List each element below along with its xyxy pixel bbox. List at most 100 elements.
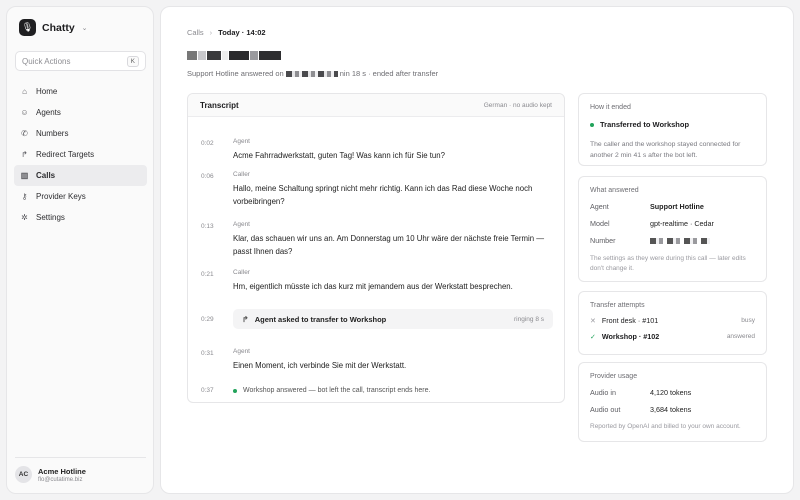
card-title: Transfer attempts bbox=[590, 302, 645, 309]
sidebar-item-settings[interactable]: ✲ Settings bbox=[14, 207, 147, 228]
entry-time: 0:13 bbox=[201, 223, 214, 230]
transfer-request-pill: ↱ Agent asked to transfer to Workshop ri… bbox=[233, 309, 553, 329]
model-value: gpt-realtime · Cedar bbox=[650, 219, 714, 228]
attempt-name: Workshop · #102 bbox=[601, 332, 660, 341]
transfer-attempt-row: ✓ Workshop · #102 answered bbox=[590, 332, 755, 341]
entry-speaker: Caller bbox=[233, 269, 250, 276]
app-name: Chatty bbox=[42, 21, 75, 34]
agent-label: Agent bbox=[590, 202, 609, 211]
entry-text: Acme Fahrradwerkstatt, guten Tag! Was ka… bbox=[233, 151, 445, 160]
sidebar: 🎙 Chatty ⌄ Quick Actions K ⌂ Home ☺ Agen… bbox=[6, 6, 154, 494]
transfer-request-status: ringing 8 s bbox=[514, 315, 544, 323]
transcript-panel: Transcript German · no audio kept 0:02 A… bbox=[187, 93, 565, 403]
sidebar-item-numbers[interactable]: ✆ Numbers bbox=[14, 123, 147, 144]
user-menu[interactable]: AC Acme Hotline flo@cutatime.biz bbox=[15, 457, 146, 483]
chart-icon: ▥ bbox=[20, 171, 29, 180]
entry-text: Klar, das schauen wir uns an. Am Donners… bbox=[233, 234, 545, 256]
breadcrumb-calls-link[interactable]: Calls bbox=[187, 28, 204, 37]
status-dot-icon bbox=[590, 122, 594, 127]
audio-in-label: Audio in bbox=[590, 388, 616, 397]
user-email: flo@cutatime.biz bbox=[38, 476, 83, 483]
entry-speaker: Caller bbox=[233, 171, 250, 178]
sidebar-item-calls[interactable]: ▥ Calls bbox=[14, 165, 147, 186]
entry-time: 0:37 bbox=[201, 387, 214, 394]
sidebar-item-label: Settings bbox=[36, 213, 65, 222]
transcript-header: Transcript German · no audio kept bbox=[188, 94, 564, 117]
avatar: AC bbox=[15, 466, 32, 483]
sidebar-item-redirect-targets[interactable]: ↱ Redirect Targets bbox=[14, 144, 147, 165]
redirect-icon: ↱ bbox=[21, 150, 28, 159]
sidebar-item-label: Home bbox=[36, 87, 58, 96]
sidebar-item-label: Agents bbox=[36, 108, 61, 117]
what-answered-note: The settings as they were during this ca… bbox=[590, 255, 746, 272]
how-ended-note: The caller and the workshop stayed conne… bbox=[590, 141, 741, 159]
number-label: Number bbox=[590, 236, 616, 245]
provider-usage-card: Provider usage Audio in 4,120 tokens Aud… bbox=[578, 362, 767, 442]
quick-actions-label: Quick Actions bbox=[22, 56, 71, 66]
entry-text: Einen Moment, ich verbinde Sie mit der W… bbox=[233, 361, 407, 370]
agent-value: Support Hotline bbox=[650, 202, 704, 211]
entry-speaker: Agent bbox=[233, 221, 250, 228]
attempt-status: answered bbox=[726, 333, 755, 340]
transcript-end-text: Workshop answered — bot left the call, t… bbox=[243, 387, 431, 394]
sidebar-item-label: Redirect Targets bbox=[36, 150, 95, 159]
call-summary-suffix: nin 18 s · ended after transfer bbox=[339, 69, 439, 78]
status-dot-icon bbox=[233, 388, 237, 393]
transfer-attempt-row: ✕ Front desk · #101 busy bbox=[590, 316, 755, 325]
phone-icon: ✆ bbox=[21, 129, 28, 138]
entry-time: 0:31 bbox=[201, 350, 214, 357]
entry-time: 0:29 bbox=[201, 316, 214, 323]
card-title: How it ended bbox=[590, 104, 631, 111]
sidebar-item-label: Numbers bbox=[36, 129, 69, 138]
chevron-right-icon: › bbox=[209, 28, 213, 37]
gear-icon: ✲ bbox=[21, 213, 28, 222]
entry-speaker: Agent bbox=[233, 138, 250, 145]
user-name: Acme Hotline bbox=[38, 466, 86, 476]
status-badge: Transferred to Workshop bbox=[590, 120, 755, 129]
sidebar-item-provider-keys[interactable]: ⚷ Provider Keys bbox=[14, 186, 147, 207]
transcript-title: Transcript bbox=[200, 100, 239, 110]
redacted-caller-number bbox=[187, 51, 281, 60]
transfer-request-label: Agent asked to transfer to Workshop bbox=[254, 314, 387, 324]
sidebar-item-agents[interactable]: ☺ Agents bbox=[14, 102, 147, 123]
sidebar-nav: ⌂ Home ☺ Agents ✆ Numbers ↱ Redirect Tar… bbox=[14, 81, 147, 228]
sidebar-item-label: Calls bbox=[36, 171, 56, 180]
app-switcher[interactable]: 🎙 Chatty ⌄ bbox=[19, 19, 88, 36]
call-summary: Support Hotline answered on nin 18 s · e… bbox=[187, 69, 438, 78]
entry-text: Hallo, meine Schaltung springt nicht meh… bbox=[233, 184, 533, 206]
audio-out-value: 3,684 tokens bbox=[650, 405, 692, 414]
chevron-down-icon: ⌄ bbox=[81, 24, 88, 32]
entry-speaker: Agent bbox=[233, 348, 250, 355]
entry-time: 0:21 bbox=[201, 271, 214, 278]
entry-time: 0:06 bbox=[201, 173, 214, 180]
transfer-attempts-card: Transfer attempts ✕ Front desk · #101 bu… bbox=[578, 291, 767, 355]
usage-note: Reported by OpenAI and billed to your ow… bbox=[590, 423, 741, 430]
entry-time: 0:02 bbox=[201, 140, 214, 147]
quick-actions-button[interactable]: Quick Actions K bbox=[15, 51, 146, 71]
card-title: Provider usage bbox=[590, 373, 638, 380]
audio-out-label: Audio out bbox=[590, 405, 621, 414]
entry-text: Hm, eigentlich müsste ich das kurz mit j… bbox=[233, 282, 513, 291]
call-summary-prefix: Support Hotline answered on bbox=[187, 69, 284, 78]
breadcrumb-current: Today · 14:02 bbox=[218, 28, 266, 37]
redirect-icon: ↱ bbox=[242, 314, 249, 324]
model-label: Model bbox=[590, 219, 610, 228]
audio-in-value: 4,120 tokens bbox=[650, 388, 692, 397]
robot-icon: ☺ bbox=[20, 108, 29, 117]
shortcut-key: K bbox=[126, 55, 139, 67]
home-icon: ⌂ bbox=[22, 87, 27, 96]
redacted-number bbox=[650, 238, 710, 244]
card-title: What answered bbox=[590, 187, 639, 194]
sidebar-item-label: Provider Keys bbox=[36, 192, 86, 201]
close-icon: ✕ bbox=[590, 317, 596, 325]
attempt-name: Front desk · #101 bbox=[601, 316, 659, 325]
how-ended-status: Transferred to Workshop bbox=[600, 120, 690, 129]
attempt-status: busy bbox=[741, 317, 755, 324]
transcript-meta: German · no audio kept bbox=[483, 101, 552, 109]
sidebar-item-home[interactable]: ⌂ Home bbox=[14, 81, 147, 102]
how-it-ended-card: How it ended Transferred to Workshop The… bbox=[578, 93, 767, 166]
check-icon: ✓ bbox=[590, 333, 596, 341]
mic-icon: 🎙 bbox=[19, 19, 36, 36]
key-icon: ⚷ bbox=[21, 192, 28, 201]
what-answered-card: What answered Agent Support Hotline Mode… bbox=[578, 176, 767, 282]
